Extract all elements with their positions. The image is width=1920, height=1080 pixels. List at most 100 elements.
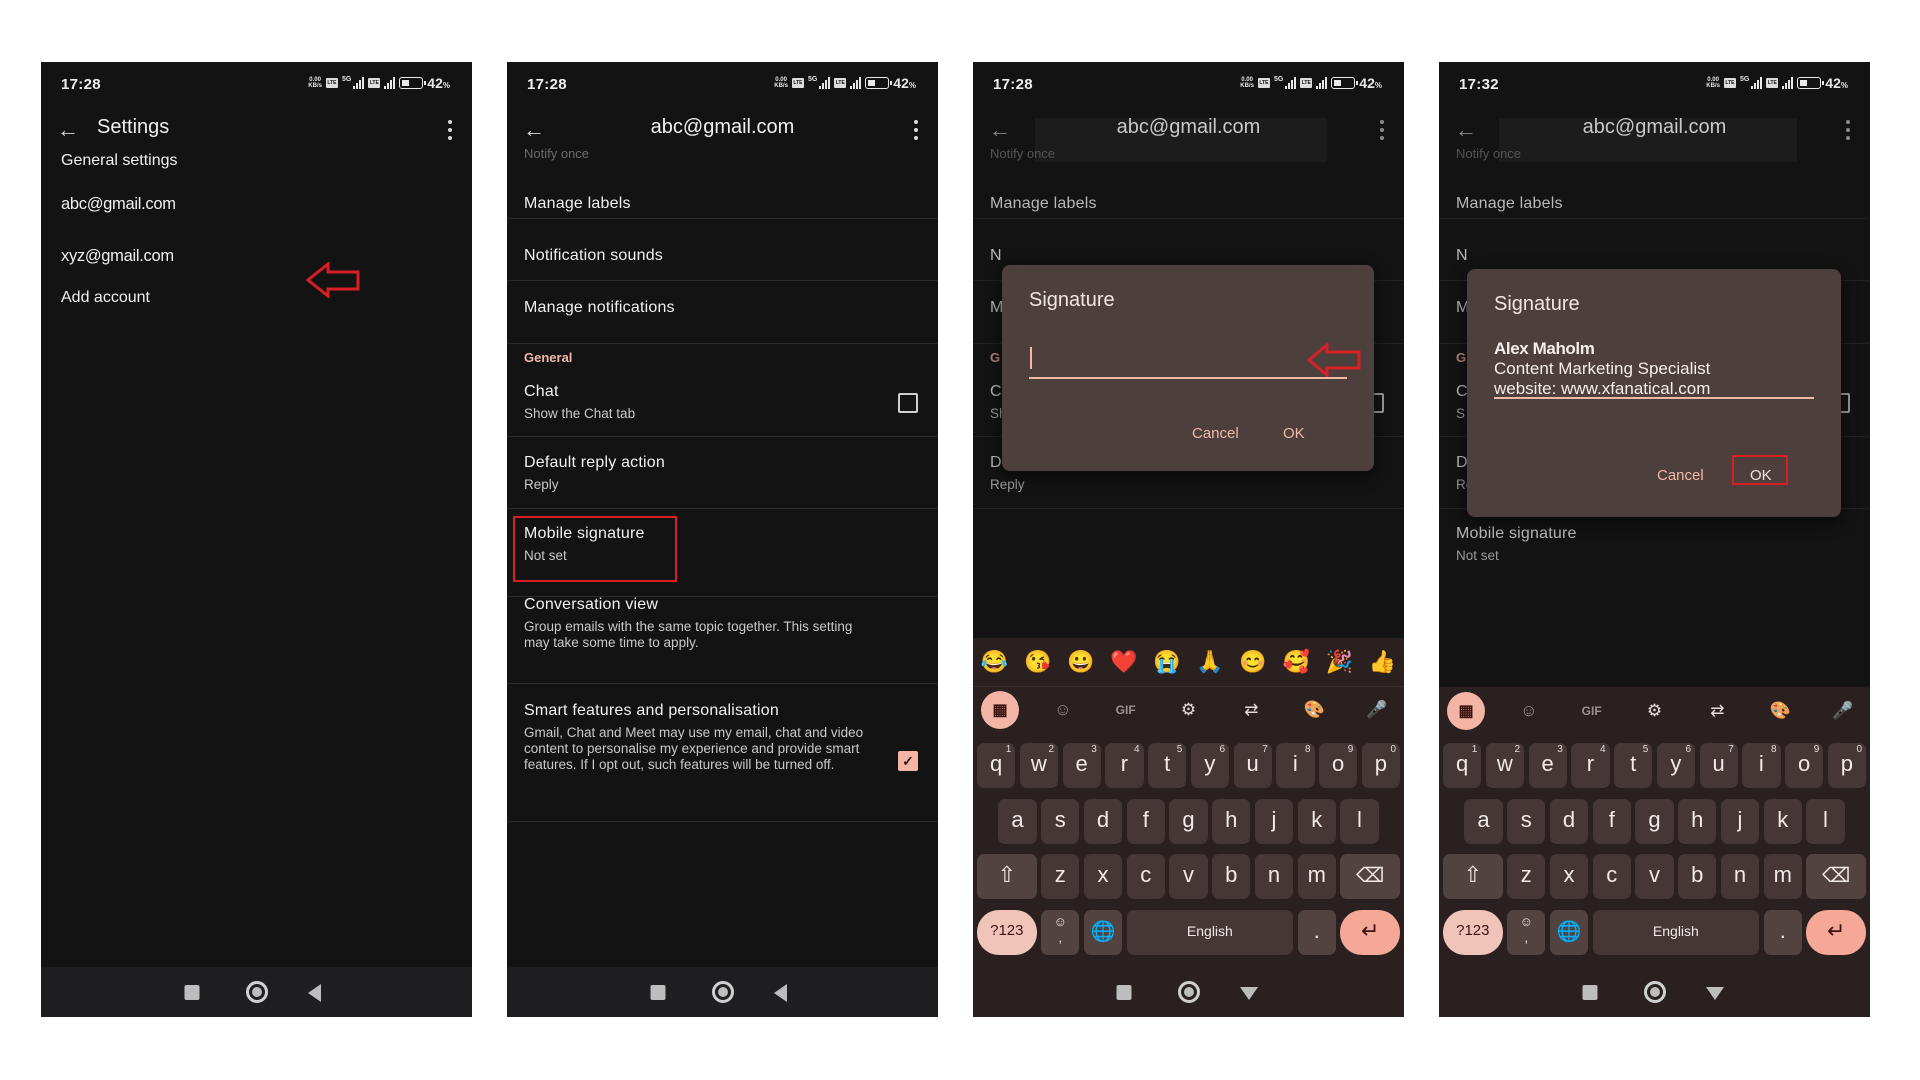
space-bar[interactable]: English [1126, 910, 1294, 955]
key-p[interactable]: p0 [1361, 743, 1400, 788]
key-j[interactable]: j [1254, 799, 1294, 844]
key-e[interactable]: e3 [1528, 743, 1567, 788]
key-f[interactable]: f [1126, 799, 1165, 844]
emoji-suggestion[interactable]: 🥰 [1283, 649, 1310, 675]
key-k[interactable]: k [1297, 799, 1336, 844]
emoji-comma-key[interactable]: ☺, [1507, 910, 1546, 955]
back-button[interactable] [774, 984, 788, 1002]
key-a[interactable]: a [998, 799, 1037, 844]
recents-button[interactable] [1582, 985, 1598, 1000]
gif-button[interactable]: GIF [1573, 692, 1611, 730]
signature-input[interactable] [1029, 341, 1347, 379]
key-t[interactable]: t5 [1148, 743, 1187, 788]
space-bar[interactable]: English [1592, 910, 1760, 955]
period-key[interactable]: . [1297, 910, 1336, 955]
manage-labels-item[interactable]: Manage labels [524, 195, 631, 213]
emoji-suggestion[interactable]: 😭 [1153, 649, 1180, 675]
default-reply-title[interactable]: Default reply action [524, 454, 665, 472]
key-v[interactable]: v [1169, 854, 1208, 899]
conversation-view-checkbox[interactable]: ✓ [898, 751, 918, 771]
key-u[interactable]: u7 [1699, 743, 1738, 788]
emoji-suggestion[interactable]: 😊 [1239, 649, 1266, 675]
emoji-suggestion[interactable]: 🎉 [1326, 649, 1353, 675]
key-w[interactable]: w2 [1485, 743, 1524, 788]
hide-keyboard-button[interactable] [1706, 987, 1725, 1000]
emoji-suggestion[interactable]: 🙏 [1196, 649, 1223, 675]
key-m[interactable]: m [1763, 854, 1802, 899]
key-l[interactable]: l [1340, 799, 1379, 844]
key-d[interactable]: d [1083, 799, 1123, 844]
key-g[interactable]: g [1635, 799, 1674, 844]
more-options-icon[interactable] [912, 118, 920, 142]
emoji-suggestion[interactable]: 😀 [1067, 649, 1094, 675]
key-o[interactable]: o9 [1785, 743, 1824, 788]
notification-sounds-item[interactable]: Notification sounds [524, 247, 663, 265]
translate-icon[interactable]: ⇄ [1232, 691, 1270, 729]
key-b[interactable]: b [1212, 854, 1251, 899]
key-f[interactable]: f [1592, 799, 1631, 844]
key-q[interactable]: q1 [1443, 743, 1482, 788]
ok-button[interactable]: OK [1283, 425, 1305, 442]
back-arrow-icon[interactable]: ← [57, 118, 81, 142]
theme-palette-icon[interactable]: 🎨 [1761, 692, 1799, 730]
key-w[interactable]: w2 [1019, 743, 1058, 788]
key-z[interactable]: z [1507, 854, 1546, 899]
key-m[interactable]: m [1297, 854, 1336, 899]
key-q[interactable]: q1 [977, 743, 1016, 788]
backspace-key[interactable]: ⌫ [1806, 854, 1866, 899]
backspace-key[interactable]: ⌫ [1340, 854, 1400, 899]
settings-gear-icon[interactable]: ⚙ [1635, 692, 1673, 730]
account-item-abc[interactable]: abc@gmail.com [61, 195, 176, 214]
key-c[interactable]: c [1592, 854, 1631, 899]
key-a[interactable]: a [1464, 799, 1503, 844]
mobile-signature-title[interactable]: Mobile signature [1456, 525, 1577, 543]
chat-setting-title[interactable]: Chat [524, 383, 559, 401]
key-o[interactable]: o9 [1319, 743, 1358, 788]
recents-button[interactable] [1116, 985, 1132, 1000]
home-button[interactable] [1643, 981, 1666, 1003]
emoji-suggestion[interactable]: 😘 [1024, 649, 1051, 675]
manage-labels-item[interactable]: Manage labels [990, 195, 1097, 213]
key-e[interactable]: e3 [1062, 743, 1101, 788]
hide-keyboard-button[interactable] [1240, 987, 1259, 1000]
more-options-icon[interactable] [1844, 118, 1852, 142]
shift-key[interactable]: ⇧ [1443, 854, 1503, 899]
general-settings-item[interactable]: General settings [61, 152, 178, 170]
symbols-key[interactable]: ?123 [977, 910, 1037, 955]
key-d[interactable]: d [1549, 799, 1589, 844]
key-x[interactable]: x [1549, 854, 1589, 899]
key-t[interactable]: t5 [1614, 743, 1653, 788]
add-account-item[interactable]: Add account [61, 289, 150, 307]
more-options-icon[interactable] [1378, 118, 1386, 142]
key-j[interactable]: j [1720, 799, 1760, 844]
translate-icon[interactable]: ⇄ [1698, 692, 1736, 730]
more-options-icon[interactable] [446, 118, 454, 142]
key-i[interactable]: i8 [1742, 743, 1781, 788]
key-z[interactable]: z [1041, 854, 1080, 899]
emoji-suggestion[interactable]: 😂 [981, 649, 1008, 675]
chat-checkbox[interactable] [898, 393, 918, 413]
microphone-icon[interactable]: 🎤 [1824, 692, 1862, 730]
key-b[interactable]: b [1678, 854, 1717, 899]
key-y[interactable]: y6 [1190, 743, 1229, 788]
period-key[interactable]: . [1763, 910, 1802, 955]
home-button[interactable] [1177, 981, 1200, 1003]
key-r[interactable]: r4 [1571, 743, 1610, 788]
symbols-key[interactable]: ?123 [1443, 910, 1503, 955]
theme-palette-icon[interactable]: 🎨 [1295, 691, 1333, 729]
gif-button[interactable]: GIF [1107, 691, 1145, 729]
key-c[interactable]: c [1126, 854, 1165, 899]
account-item-xyz[interactable]: xyz@gmail.com [61, 247, 174, 266]
enter-key[interactable]: ↵ [1806, 910, 1866, 955]
key-s[interactable]: s [1507, 799, 1546, 844]
emoji-suggestion[interactable]: 👍 [1369, 649, 1396, 675]
home-button[interactable] [245, 981, 268, 1003]
key-r[interactable]: r4 [1105, 743, 1144, 788]
back-button[interactable] [308, 984, 322, 1002]
emoji-suggestion[interactable]: ❤️ [1110, 649, 1137, 675]
key-k[interactable]: k [1763, 799, 1802, 844]
signature-input[interactable]: Alex Maholm Content Marketing Specialist… [1494, 339, 1814, 399]
shift-key[interactable]: ⇧ [977, 854, 1037, 899]
cancel-button[interactable]: Cancel [1192, 425, 1239, 442]
key-p[interactable]: p0 [1827, 743, 1866, 788]
